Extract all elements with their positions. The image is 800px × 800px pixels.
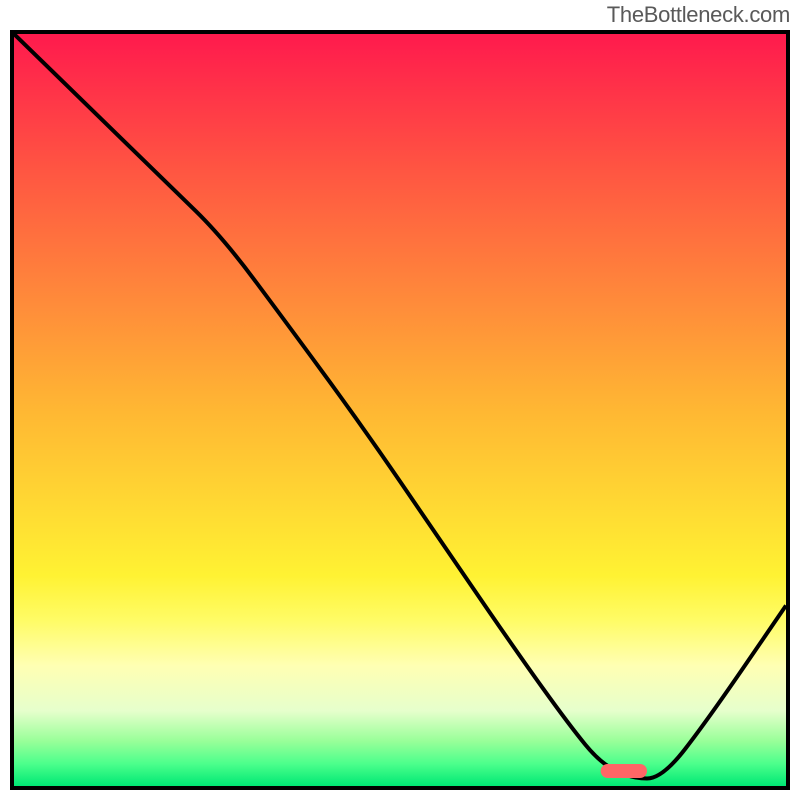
chart-frame bbox=[10, 30, 790, 790]
bottleneck-curve bbox=[14, 34, 786, 779]
chart-svg bbox=[14, 34, 786, 786]
watermark-label: TheBottleneck.com bbox=[607, 2, 790, 28]
optimal-zone-marker bbox=[601, 764, 647, 778]
